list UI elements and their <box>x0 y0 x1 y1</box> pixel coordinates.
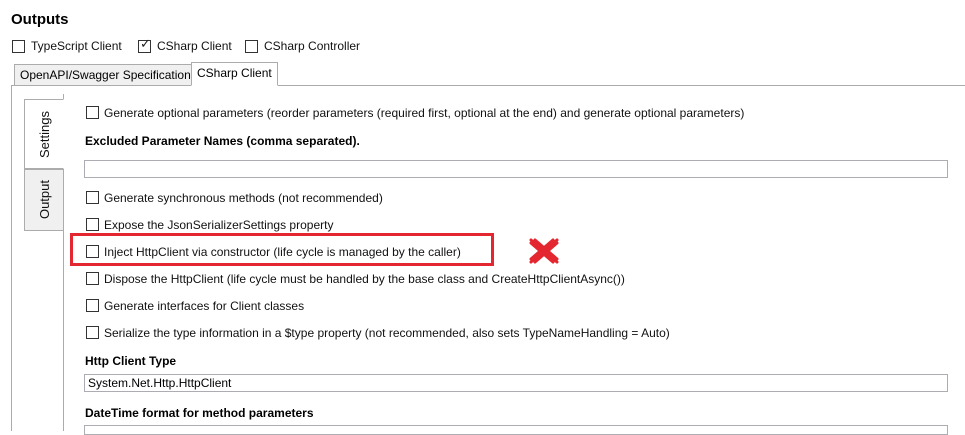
generate-optional-parameters-checkbox[interactable] <box>86 106 99 119</box>
dispose-httpclient-checkbox[interactable] <box>86 272 99 285</box>
highlight-box <box>70 233 494 266</box>
typescript-client-checkbox[interactable] <box>12 40 25 53</box>
excluded-parameter-names-input[interactable] <box>84 160 948 178</box>
csharp-controller-checkbox[interactable] <box>245 40 258 53</box>
checkmark-icon: ✓ <box>140 37 151 52</box>
generate-interfaces-label: Generate interfaces for Client classes <box>104 299 305 313</box>
dispose-httpclient-label: Dispose the HttpClient (life cycle must … <box>104 272 625 286</box>
red-x-icon <box>529 238 559 264</box>
csharp-client-checkbox[interactable]: ✓ <box>138 37 151 53</box>
datetime-format-heading: DateTime format for method parameters <box>85 406 314 420</box>
side-tab-output[interactable]: Output <box>24 169 64 231</box>
side-tab-settings-label: Settings <box>36 110 52 158</box>
side-tab-output-label: Output <box>36 180 52 220</box>
tab-csharp-client[interactable]: CSharp Client <box>191 62 278 86</box>
csharp-controller-label: CSharp Controller <box>264 39 361 53</box>
datetime-format-input[interactable] <box>84 425 948 435</box>
outputs-title: Outputs <box>11 11 69 28</box>
excluded-parameter-names-heading: Excluded Parameter Names (comma separate… <box>85 134 360 148</box>
generate-interfaces-checkbox[interactable] <box>86 299 99 312</box>
content-divider-bottom <box>63 231 64 431</box>
http-client-type-input[interactable]: System.Net.Http.HttpClient <box>84 374 948 392</box>
content-divider-top <box>63 94 64 99</box>
tab-openapi-specification[interactable]: OpenAPI/Swagger Specification <box>14 64 197 86</box>
serialize-type-info-checkbox[interactable] <box>86 326 99 339</box>
expose-json-serializer-checkbox[interactable] <box>86 218 99 231</box>
serialize-type-info-label: Serialize the type information in a $typ… <box>104 326 670 340</box>
expose-json-serializer-label: Expose the JsonSerializerSettings proper… <box>104 218 334 232</box>
http-client-type-heading: Http Client Type <box>85 354 177 368</box>
typescript-client-label: TypeScript Client <box>31 39 122 53</box>
csharp-client-label: CSharp Client <box>157 39 232 53</box>
side-tab-settings[interactable]: Settings <box>24 99 64 169</box>
generate-optional-parameters-label: Generate optional parameters (reorder pa… <box>104 106 745 120</box>
generate-sync-methods-checkbox[interactable] <box>86 191 99 204</box>
generate-sync-methods-label: Generate synchronous methods (not recomm… <box>104 191 383 205</box>
